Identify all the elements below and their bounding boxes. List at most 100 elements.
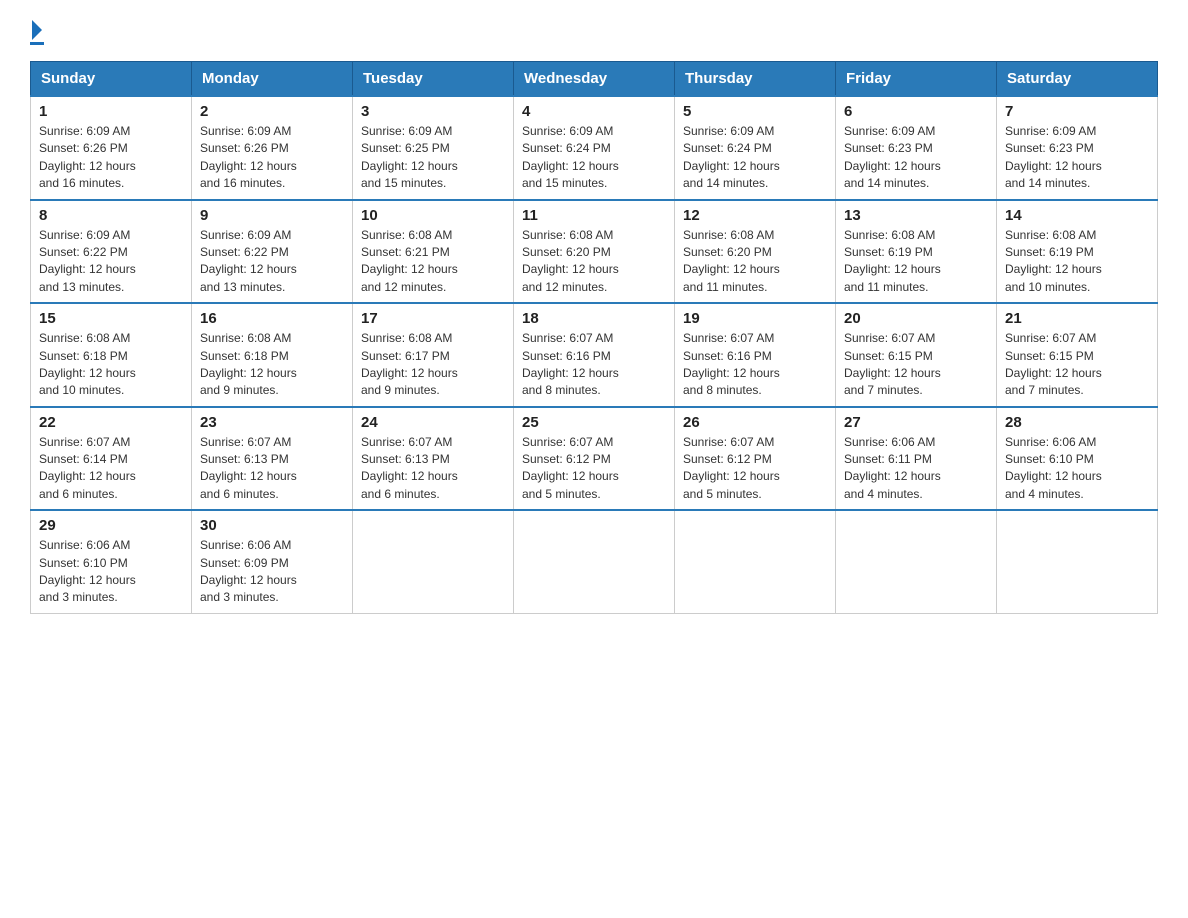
day-number: 3 — [361, 103, 505, 120]
day-info: Sunrise: 6:09 AM Sunset: 6:24 PM Dayligh… — [522, 123, 666, 193]
day-number: 11 — [522, 207, 666, 224]
calendar-cell: 6 Sunrise: 6:09 AM Sunset: 6:23 PM Dayli… — [836, 96, 997, 200]
calendar-cell: 28 Sunrise: 6:06 AM Sunset: 6:10 PM Dayl… — [997, 407, 1158, 511]
calendar-cell: 8 Sunrise: 6:09 AM Sunset: 6:22 PM Dayli… — [31, 200, 192, 304]
calendar-cell: 25 Sunrise: 6:07 AM Sunset: 6:12 PM Dayl… — [514, 407, 675, 511]
calendar-cell: 21 Sunrise: 6:07 AM Sunset: 6:15 PM Dayl… — [997, 303, 1158, 407]
weekday-header-friday: Friday — [836, 62, 997, 97]
day-info: Sunrise: 6:07 AM Sunset: 6:12 PM Dayligh… — [683, 434, 827, 504]
weekday-header-thursday: Thursday — [675, 62, 836, 97]
day-info: Sunrise: 6:08 AM Sunset: 6:17 PM Dayligh… — [361, 330, 505, 400]
day-number: 26 — [683, 414, 827, 431]
day-number: 29 — [39, 517, 183, 534]
calendar-cell: 17 Sunrise: 6:08 AM Sunset: 6:17 PM Dayl… — [353, 303, 514, 407]
calendar-cell: 10 Sunrise: 6:08 AM Sunset: 6:21 PM Dayl… — [353, 200, 514, 304]
weekday-header-wednesday: Wednesday — [514, 62, 675, 97]
calendar-table: SundayMondayTuesdayWednesdayThursdayFrid… — [30, 61, 1158, 614]
day-info: Sunrise: 6:09 AM Sunset: 6:25 PM Dayligh… — [361, 123, 505, 193]
calendar-cell: 16 Sunrise: 6:08 AM Sunset: 6:18 PM Dayl… — [192, 303, 353, 407]
day-number: 1 — [39, 103, 183, 120]
day-info: Sunrise: 6:08 AM Sunset: 6:18 PM Dayligh… — [39, 330, 183, 400]
weekday-header-monday: Monday — [192, 62, 353, 97]
day-number: 20 — [844, 310, 988, 327]
calendar-cell: 15 Sunrise: 6:08 AM Sunset: 6:18 PM Dayl… — [31, 303, 192, 407]
day-info: Sunrise: 6:06 AM Sunset: 6:11 PM Dayligh… — [844, 434, 988, 504]
calendar-cell: 3 Sunrise: 6:09 AM Sunset: 6:25 PM Dayli… — [353, 96, 514, 200]
day-info: Sunrise: 6:07 AM Sunset: 6:16 PM Dayligh… — [522, 330, 666, 400]
day-number: 12 — [683, 207, 827, 224]
day-info: Sunrise: 6:07 AM Sunset: 6:16 PM Dayligh… — [683, 330, 827, 400]
day-info: Sunrise: 6:07 AM Sunset: 6:13 PM Dayligh… — [200, 434, 344, 504]
weekday-header-tuesday: Tuesday — [353, 62, 514, 97]
calendar-cell: 23 Sunrise: 6:07 AM Sunset: 6:13 PM Dayl… — [192, 407, 353, 511]
calendar-cell: 26 Sunrise: 6:07 AM Sunset: 6:12 PM Dayl… — [675, 407, 836, 511]
week-row-3: 15 Sunrise: 6:08 AM Sunset: 6:18 PM Dayl… — [31, 303, 1158, 407]
calendar-cell: 5 Sunrise: 6:09 AM Sunset: 6:24 PM Dayli… — [675, 96, 836, 200]
day-number: 28 — [1005, 414, 1149, 431]
calendar-cell — [353, 510, 514, 613]
day-number: 16 — [200, 310, 344, 327]
calendar-cell: 27 Sunrise: 6:06 AM Sunset: 6:11 PM Dayl… — [836, 407, 997, 511]
day-number: 18 — [522, 310, 666, 327]
day-number: 19 — [683, 310, 827, 327]
day-info: Sunrise: 6:09 AM Sunset: 6:23 PM Dayligh… — [1005, 123, 1149, 193]
calendar-cell: 30 Sunrise: 6:06 AM Sunset: 6:09 PM Dayl… — [192, 510, 353, 613]
calendar-cell — [836, 510, 997, 613]
day-info: Sunrise: 6:09 AM Sunset: 6:23 PM Dayligh… — [844, 123, 988, 193]
calendar-cell: 11 Sunrise: 6:08 AM Sunset: 6:20 PM Dayl… — [514, 200, 675, 304]
day-number: 7 — [1005, 103, 1149, 120]
weekday-header-saturday: Saturday — [997, 62, 1158, 97]
day-info: Sunrise: 6:09 AM Sunset: 6:24 PM Dayligh… — [683, 123, 827, 193]
day-number: 22 — [39, 414, 183, 431]
calendar-cell: 24 Sunrise: 6:07 AM Sunset: 6:13 PM Dayl… — [353, 407, 514, 511]
day-info: Sunrise: 6:07 AM Sunset: 6:14 PM Dayligh… — [39, 434, 183, 504]
day-number: 9 — [200, 207, 344, 224]
day-number: 14 — [1005, 207, 1149, 224]
calendar-cell — [514, 510, 675, 613]
calendar-cell: 14 Sunrise: 6:08 AM Sunset: 6:19 PM Dayl… — [997, 200, 1158, 304]
day-number: 10 — [361, 207, 505, 224]
calendar-cell: 4 Sunrise: 6:09 AM Sunset: 6:24 PM Dayli… — [514, 96, 675, 200]
day-info: Sunrise: 6:08 AM Sunset: 6:18 PM Dayligh… — [200, 330, 344, 400]
day-info: Sunrise: 6:07 AM Sunset: 6:13 PM Dayligh… — [361, 434, 505, 504]
day-info: Sunrise: 6:09 AM Sunset: 6:22 PM Dayligh… — [39, 227, 183, 297]
day-number: 13 — [844, 207, 988, 224]
day-number: 27 — [844, 414, 988, 431]
day-info: Sunrise: 6:08 AM Sunset: 6:19 PM Dayligh… — [844, 227, 988, 297]
day-number: 25 — [522, 414, 666, 431]
day-number: 21 — [1005, 310, 1149, 327]
calendar-cell: 13 Sunrise: 6:08 AM Sunset: 6:19 PM Dayl… — [836, 200, 997, 304]
day-info: Sunrise: 6:08 AM Sunset: 6:20 PM Dayligh… — [683, 227, 827, 297]
weekday-header-sunday: Sunday — [31, 62, 192, 97]
calendar-cell — [675, 510, 836, 613]
logo-triangle-icon — [32, 20, 42, 40]
day-number: 4 — [522, 103, 666, 120]
weekday-header-row: SundayMondayTuesdayWednesdayThursdayFrid… — [31, 62, 1158, 97]
day-info: Sunrise: 6:09 AM Sunset: 6:22 PM Dayligh… — [200, 227, 344, 297]
day-info: Sunrise: 6:07 AM Sunset: 6:15 PM Dayligh… — [1005, 330, 1149, 400]
day-number: 2 — [200, 103, 344, 120]
calendar-cell: 22 Sunrise: 6:07 AM Sunset: 6:14 PM Dayl… — [31, 407, 192, 511]
logo-underline — [30, 42, 44, 45]
day-info: Sunrise: 6:06 AM Sunset: 6:09 PM Dayligh… — [200, 537, 344, 607]
day-info: Sunrise: 6:08 AM Sunset: 6:19 PM Dayligh… — [1005, 227, 1149, 297]
day-info: Sunrise: 6:06 AM Sunset: 6:10 PM Dayligh… — [1005, 434, 1149, 504]
day-number: 5 — [683, 103, 827, 120]
calendar-cell: 2 Sunrise: 6:09 AM Sunset: 6:26 PM Dayli… — [192, 96, 353, 200]
calendar-cell — [997, 510, 1158, 613]
calendar-cell: 29 Sunrise: 6:06 AM Sunset: 6:10 PM Dayl… — [31, 510, 192, 613]
week-row-4: 22 Sunrise: 6:07 AM Sunset: 6:14 PM Dayl… — [31, 407, 1158, 511]
day-number: 30 — [200, 517, 344, 534]
week-row-5: 29 Sunrise: 6:06 AM Sunset: 6:10 PM Dayl… — [31, 510, 1158, 613]
day-info: Sunrise: 6:09 AM Sunset: 6:26 PM Dayligh… — [200, 123, 344, 193]
day-info: Sunrise: 6:08 AM Sunset: 6:21 PM Dayligh… — [361, 227, 505, 297]
day-number: 23 — [200, 414, 344, 431]
day-number: 17 — [361, 310, 505, 327]
week-row-2: 8 Sunrise: 6:09 AM Sunset: 6:22 PM Dayli… — [31, 200, 1158, 304]
day-number: 6 — [844, 103, 988, 120]
calendar-cell: 18 Sunrise: 6:07 AM Sunset: 6:16 PM Dayl… — [514, 303, 675, 407]
day-number: 8 — [39, 207, 183, 224]
day-number: 15 — [39, 310, 183, 327]
calendar-cell: 7 Sunrise: 6:09 AM Sunset: 6:23 PM Dayli… — [997, 96, 1158, 200]
logo — [30, 20, 44, 45]
